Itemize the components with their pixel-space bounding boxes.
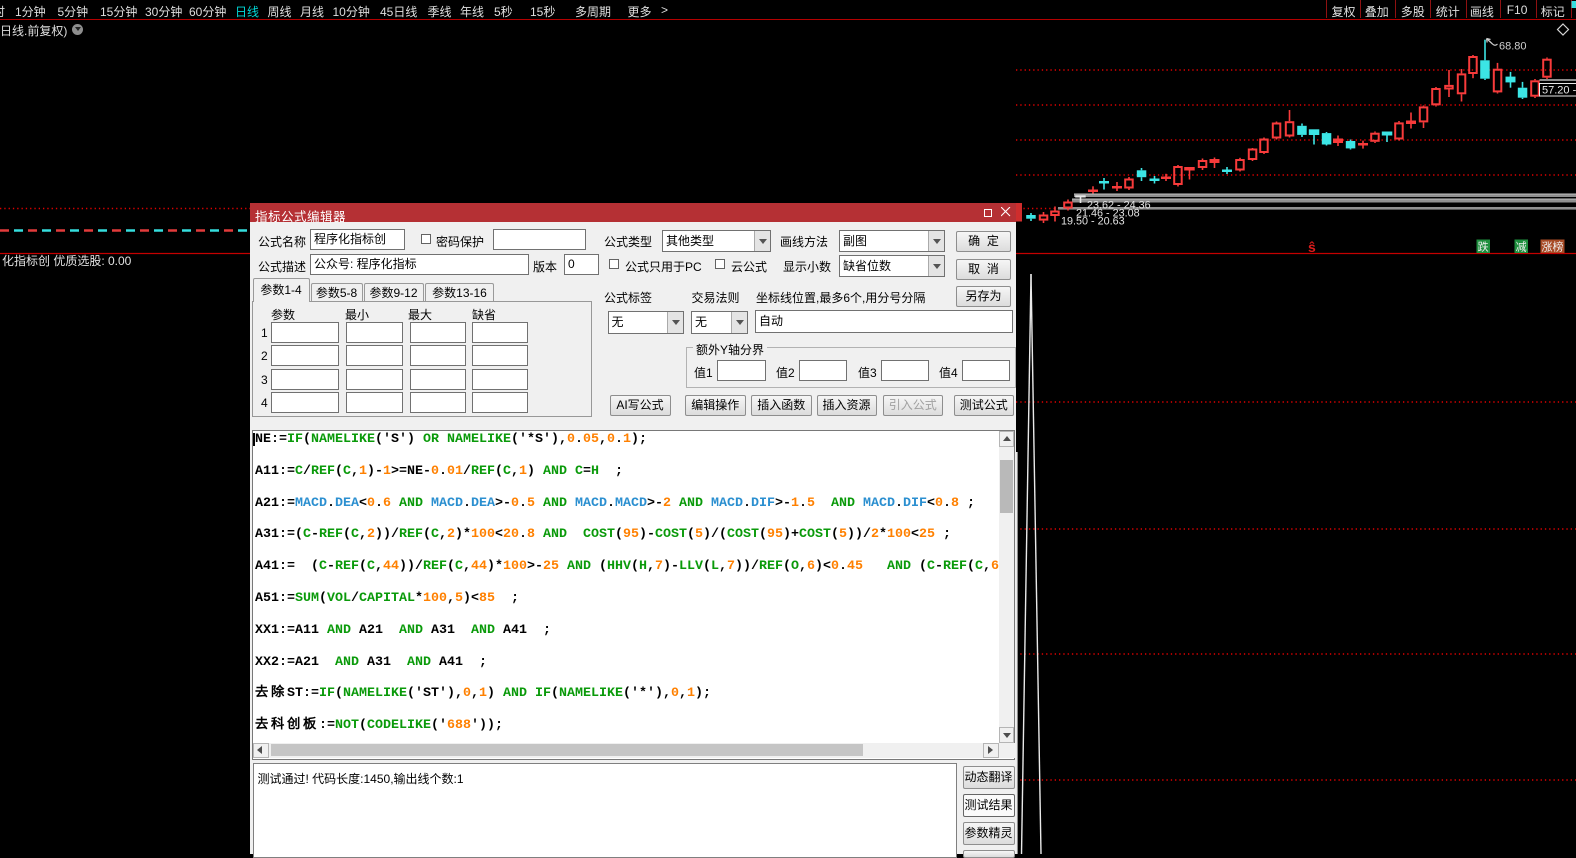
svg-text:68.80: 68.80 xyxy=(1499,41,1527,53)
svg-text:跌: 跌 xyxy=(1478,240,1489,254)
svg-text:化指标创 优质选股: 0.00: 化指标创 优质选股: 0.00 xyxy=(2,253,132,268)
svg-text:ŝ: ŝ xyxy=(1308,239,1316,255)
svg-text:减: 减 xyxy=(1516,241,1527,254)
svg-text:涨榜: 涨榜 xyxy=(1542,240,1564,254)
svg-text:57.20 -: 57.20 - xyxy=(1542,85,1576,97)
svg-text:19.50 - 20.63: 19.50 - 20.63 xyxy=(1061,216,1125,228)
